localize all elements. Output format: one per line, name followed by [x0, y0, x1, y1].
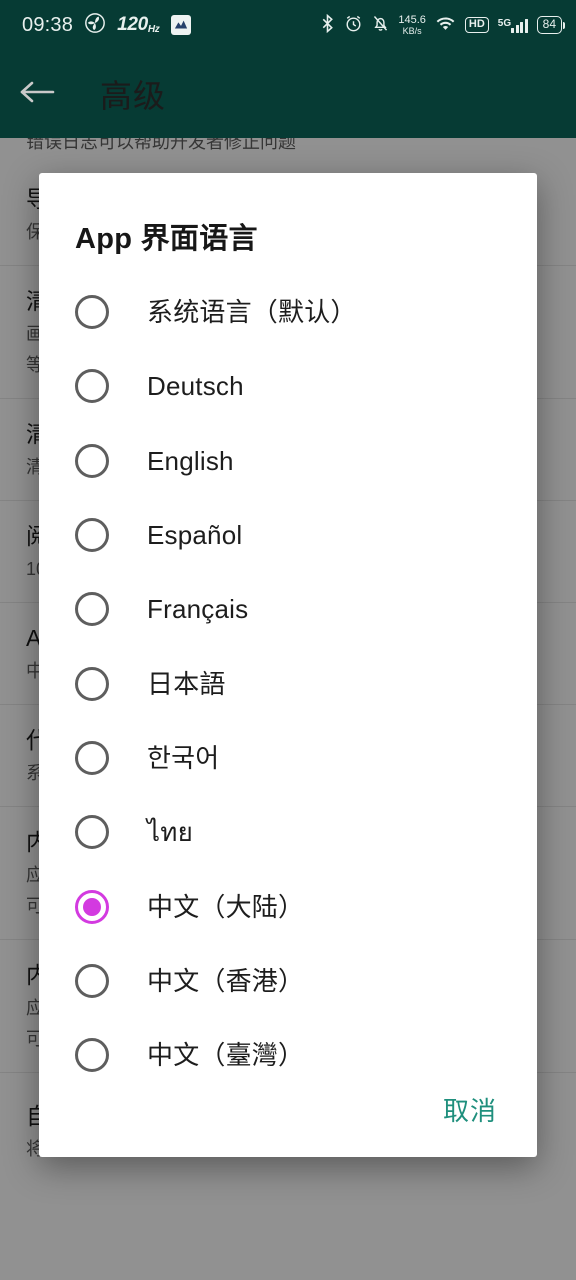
refresh-rate-indicator: 120Hz	[117, 14, 160, 35]
app-bar: 高级	[0, 50, 576, 138]
radio-button-icon[interactable]	[75, 592, 109, 627]
language-option-label: ไทย	[147, 817, 194, 848]
dialog-actions: 取消	[39, 1081, 537, 1157]
cellular-signal-icon: 5G	[498, 18, 528, 33]
language-option-label: Français	[147, 594, 249, 625]
radio-button-icon[interactable]	[75, 369, 109, 404]
language-option-thai[interactable]: ไทย	[39, 795, 537, 869]
arrow-left-icon	[18, 78, 56, 111]
language-option-espanol[interactable]: Español	[39, 498, 537, 572]
language-option-korean[interactable]: 한국어	[39, 721, 537, 795]
radio-button-icon[interactable]	[75, 1038, 109, 1073]
status-bar-left: 09:38 120Hz	[22, 12, 191, 38]
back-button[interactable]	[0, 50, 74, 138]
status-clock: 09:38	[22, 13, 74, 36]
mute-bell-icon	[372, 14, 389, 37]
language-option-list: 系统语言（默认） Deutsch English Español Françai…	[39, 271, 537, 1081]
battery-icon: 84	[536, 16, 566, 34]
network-speed-indicator: 145.6 KB/s	[398, 13, 426, 36]
language-option-chinese-taiwan[interactable]: 中文（臺灣）	[39, 1018, 537, 1081]
language-option-label: Deutsch	[147, 371, 244, 402]
language-option-chinese-mainland[interactable]: 中文（大陆）	[39, 869, 537, 943]
alarm-icon	[344, 14, 363, 37]
language-dialog: App 界面语言 系统语言（默认） Deutsch English Españo…	[39, 173, 537, 1157]
language-option-label: Español	[147, 520, 243, 551]
language-option-chinese-hongkong[interactable]: 中文（香港）	[39, 944, 537, 1018]
radio-button-icon[interactable]	[75, 518, 109, 553]
dialog-title: App 界面语言	[75, 223, 258, 255]
language-option-english[interactable]: English	[39, 424, 537, 498]
bluetooth-icon	[320, 13, 335, 37]
language-option-label: 한국어	[147, 742, 220, 773]
radio-button-icon[interactable]	[75, 443, 109, 478]
language-option-label: 系统语言（默认）	[147, 297, 357, 328]
phone-screen: 错误日志可以帮助开发者修正问题 导出日志 保存错误日志到文件 清理缓存 画面缓存…	[0, 0, 576, 1280]
language-option-francais[interactable]: Français	[39, 572, 537, 646]
wifi-icon	[435, 14, 456, 36]
radio-button-icon[interactable]	[75, 889, 109, 924]
language-option-system[interactable]: 系统语言（默认）	[39, 275, 537, 349]
language-option-label: English	[147, 445, 234, 476]
language-option-label: 中文（香港）	[147, 965, 305, 996]
language-option-label: 中文（臺灣）	[147, 1040, 305, 1071]
cancel-button[interactable]: 取消	[437, 1083, 503, 1136]
status-bar-right: 145.6 KB/s HD 5G 84	[320, 13, 566, 37]
status-bar: 09:38 120Hz 145.6 KB/s HD 5G 84	[0, 0, 576, 50]
language-option-japanese[interactable]: 日本語	[39, 646, 537, 720]
radio-button-icon[interactable]	[75, 815, 109, 850]
app-icon	[170, 15, 191, 35]
language-option-label: 中文（大陆）	[147, 891, 305, 922]
hd-icon: HD	[464, 17, 489, 33]
radio-button-icon[interactable]	[75, 295, 109, 330]
signal-bars	[511, 18, 528, 33]
radio-button-icon[interactable]	[75, 740, 109, 775]
language-option-deutsch[interactable]: Deutsch	[39, 349, 537, 423]
fan-icon	[84, 12, 106, 38]
page-title: 高级	[100, 78, 167, 114]
radio-button-icon[interactable]	[75, 666, 109, 701]
language-option-label: 日本語	[147, 668, 226, 699]
radio-button-icon[interactable]	[75, 963, 109, 998]
network-type-label: 5G	[497, 17, 512, 29]
